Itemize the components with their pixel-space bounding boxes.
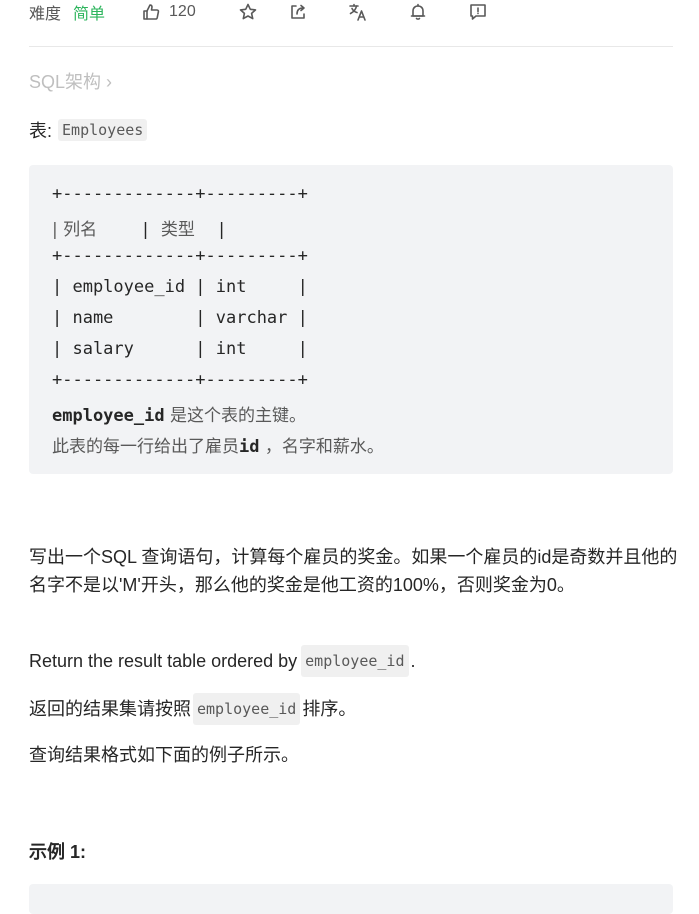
share-icon bbox=[290, 4, 305, 19]
favorite-button[interactable] bbox=[238, 2, 258, 22]
schema-code-block: +-------------+---------+ | 列名 | 类型 | +-… bbox=[29, 165, 673, 474]
schema-header-sep: | bbox=[140, 220, 161, 240]
schema-header-end: | bbox=[216, 220, 227, 240]
difficulty-label: 难度 bbox=[29, 6, 62, 23]
like-count: 120 bbox=[169, 3, 196, 20]
table-intro-label: 表: bbox=[29, 121, 53, 141]
schema-header-col2: 类型 bbox=[160, 220, 217, 240]
note-text-primary-key: 是这个表的主键。 bbox=[164, 406, 306, 426]
table-intro: 表: Employees bbox=[29, 117, 148, 143]
difficulty-value: 简单 bbox=[73, 6, 106, 23]
format-note: 查询结果格式如下面的例子所示。 bbox=[29, 745, 299, 765]
order-text-en-end: . bbox=[410, 651, 416, 671]
bell-icon bbox=[410, 3, 426, 20]
translate-icon bbox=[348, 3, 366, 21]
order-text-zh-end: 排序。 bbox=[302, 699, 357, 719]
note-code-id: id bbox=[239, 437, 260, 457]
note-text-row-desc: 此表的每一行给出了雇员 bbox=[52, 437, 239, 457]
subscribe-button[interactable] bbox=[408, 2, 428, 22]
feedback-button[interactable] bbox=[468, 2, 488, 22]
order-code-zh: employee_id bbox=[193, 693, 301, 725]
breadcrumb[interactable]: SQL架构 › bbox=[29, 68, 112, 94]
schema-note-primary-key: employee_id 是这个表的主键。 bbox=[52, 401, 306, 426]
toolbar-divider bbox=[29, 46, 673, 47]
thumbs-up-icon bbox=[143, 4, 160, 20]
problem-description: 写出一个SQL 查询语句，计算每个雇员的奖金。如果一个雇员的id是奇数并且他的名… bbox=[29, 547, 678, 595]
schema-border-bottom: +-------------+---------+ bbox=[52, 370, 308, 390]
order-text-zh: 返回的结果集请按照 bbox=[29, 699, 191, 719]
order-instruction-en: Return the result table ordered by emplo… bbox=[29, 645, 416, 677]
translate-button[interactable] bbox=[348, 2, 368, 22]
example-code-block bbox=[29, 884, 673, 914]
schema-border-top: +-------------+---------+ bbox=[52, 184, 308, 204]
example-title: 示例 1: bbox=[29, 842, 87, 862]
schema-border-mid: +-------------+---------+ bbox=[52, 246, 308, 266]
note-code-employee-id: employee_id bbox=[52, 406, 165, 426]
schema-row-employee-id: | employee_id | int | bbox=[52, 277, 308, 297]
note-text-row-desc-end: ，名字和薪水。 bbox=[259, 437, 384, 457]
order-code-en: employee_id bbox=[301, 645, 409, 677]
schema-note-row-desc: 此表的每一行给出了雇员id ，名字和薪水。 bbox=[52, 432, 384, 457]
schema-header-col1: | 列名 bbox=[52, 220, 141, 240]
like-button[interactable]: 120 bbox=[141, 2, 196, 22]
star-icon bbox=[239, 3, 257, 20]
problem-toolbar: 难度 简单 120 bbox=[29, 0, 488, 24]
order-instruction-zh: 返回的结果集请按照 employee_id 排序。 bbox=[29, 693, 356, 725]
order-text-en: Return the result table ordered by bbox=[29, 651, 298, 671]
schema-header-row: | 列名 | 类型 | bbox=[52, 215, 227, 240]
schema-row-salary: | salary | int | bbox=[52, 339, 308, 359]
schema-row-name: | name | varchar | bbox=[52, 308, 308, 328]
table-name-code: Employees bbox=[58, 119, 148, 141]
share-button[interactable] bbox=[288, 2, 308, 22]
feedback-icon bbox=[469, 4, 486, 20]
